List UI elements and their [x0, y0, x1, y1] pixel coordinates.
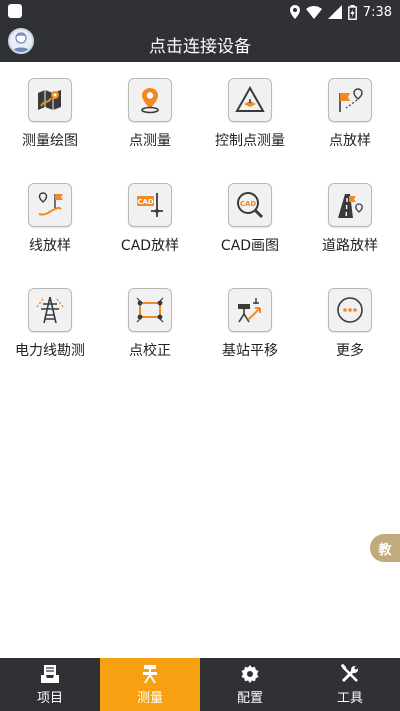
grid-item-point-stakeout[interactable]: 点放样	[300, 78, 400, 183]
base-station-shift-icon[interactable]	[228, 288, 272, 332]
cad-stakeout-icon[interactable]: CAD	[128, 183, 172, 227]
status-indicators: 7:38	[289, 2, 392, 22]
status-bar: 7:38	[0, 0, 400, 24]
control-triangle-icon[interactable]	[228, 78, 272, 122]
grid-item-cad-stakeout[interactable]: CAD CAD放样	[100, 183, 200, 288]
battery-icon	[347, 4, 357, 20]
grid-item-label: 控制点测量	[215, 133, 285, 149]
nav-item-tools[interactable]: 工具	[300, 658, 400, 711]
survey-map-icon[interactable]	[28, 78, 72, 122]
point-stakeout-icon[interactable]	[328, 78, 372, 122]
grid-item-label: 点放样	[329, 133, 371, 149]
cad-badge-text: CAD	[137, 198, 154, 206]
grid-item-point-correction[interactable]: 点校正	[100, 288, 200, 393]
grid-item-label: 线放样	[29, 238, 71, 254]
grid-item-control-point[interactable]: 控制点测量	[200, 78, 300, 183]
cad-lens-text: CAD	[240, 200, 257, 208]
app-header: 点击连接设备	[0, 24, 400, 62]
grid-item-label: CAD画图	[220, 238, 280, 254]
road-stakeout-icon[interactable]	[328, 183, 372, 227]
tutorial-tab[interactable]: 教	[370, 534, 400, 562]
grid-item-cad-draw[interactable]: CAD CAD画图	[200, 183, 300, 288]
nav-item-survey[interactable]: 测量	[100, 658, 200, 711]
grid-item-label: 基站平移	[222, 343, 278, 359]
more-icon[interactable]	[328, 288, 372, 332]
function-grid: 测量绘图 点测量 控制点测量 点放样 线放样 CAD CAD放样 CAD CAD…	[0, 78, 400, 393]
grid-item-label: 更多	[336, 343, 364, 359]
notification-icon	[8, 4, 22, 18]
grid-item-line-stakeout[interactable]: 线放样	[0, 183, 100, 288]
grid-item-point-survey[interactable]: 点测量	[100, 78, 200, 183]
nav-label: 配置	[236, 691, 263, 706]
point-correction-icon[interactable]	[128, 288, 172, 332]
wifi-icon	[305, 6, 322, 19]
nav-item-config[interactable]: 配置	[200, 658, 300, 711]
signal-icon	[327, 5, 342, 19]
grid-item-road-stakeout[interactable]: 道路放样	[300, 183, 400, 288]
grid-item-label: CAD放样	[120, 238, 180, 254]
grid-item-more[interactable]: 更多	[300, 288, 400, 393]
cad-search-icon[interactable]: CAD	[228, 183, 272, 227]
point-pin-icon[interactable]	[128, 78, 172, 122]
main-content: 测量绘图 点测量 控制点测量 点放样 线放样 CAD CAD放样 CAD CAD…	[0, 62, 400, 658]
tools-icon	[339, 663, 361, 685]
grid-item-label: 道路放样	[322, 238, 378, 254]
nav-item-project[interactable]: 项目	[0, 658, 100, 711]
gear-icon	[239, 663, 261, 685]
project-tray-icon	[39, 663, 61, 685]
nav-label: 测量	[136, 691, 163, 706]
bottom-nav: 项目 测量 配置 工具	[0, 658, 400, 711]
nav-label: 工具	[336, 691, 363, 706]
location-icon	[289, 5, 300, 19]
nav-label: 项目	[36, 691, 63, 706]
grid-item-label: 点测量	[129, 133, 171, 149]
grid-item-label: 电力线勘测	[15, 343, 85, 359]
grid-item-power-line-survey[interactable]: 电力线勘测	[0, 288, 100, 393]
grid-item-label: 点校正	[129, 343, 171, 359]
page-title[interactable]: 点击连接设备	[0, 32, 400, 57]
clock: 7:38	[362, 4, 392, 20]
line-stakeout-icon[interactable]	[28, 183, 72, 227]
survey-instrument-icon	[139, 663, 161, 685]
grid-item-label: 测量绘图	[22, 133, 78, 149]
grid-item-base-station-shift[interactable]: 基站平移	[200, 288, 300, 393]
grid-item-survey-map[interactable]: 测量绘图	[0, 78, 100, 183]
power-tower-icon[interactable]	[28, 288, 72, 332]
